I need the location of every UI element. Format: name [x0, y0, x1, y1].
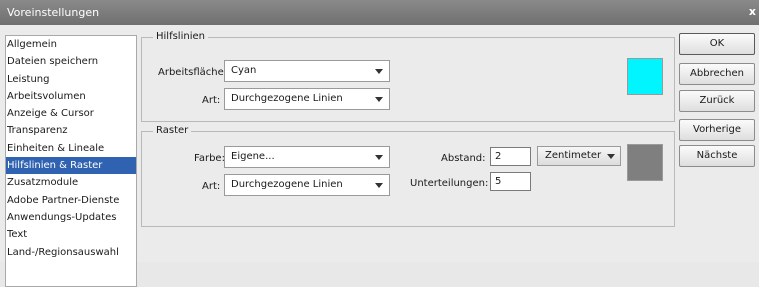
- workspace-label: Arbeitsfläche:: [158, 67, 228, 78]
- grid-spacing-input[interactable]: 2: [490, 147, 531, 166]
- grid-style-select[interactable]: Durchgezogene Linien: [224, 174, 390, 196]
- guides-group: [141, 37, 675, 122]
- sidebar-item[interactable]: Leistung: [6, 71, 136, 88]
- sidebar-item[interactable]: Einheiten & Lineale: [6, 140, 136, 157]
- sidebar-item[interactable]: Text: [6, 226, 136, 243]
- sidebar-item[interactable]: Adobe Partner-Dienste: [6, 192, 136, 209]
- grid-color-select[interactable]: Eigene...: [224, 146, 390, 168]
- window-title: Voreinstellungen: [7, 6, 100, 19]
- next-button[interactable]: Nächste: [679, 145, 755, 167]
- guides-color-swatch[interactable]: [627, 58, 663, 95]
- workspace-color-value: Cyan: [231, 65, 257, 76]
- sidebar-item[interactable]: Anwendungs-Updates: [6, 209, 136, 226]
- chevron-down-icon: [375, 69, 383, 74]
- sidebar-item[interactable]: Transparenz: [6, 122, 136, 139]
- guides-group-title: Hilfslinien: [153, 31, 208, 42]
- chevron-down-icon: [607, 154, 615, 159]
- previous-button[interactable]: Vorherige: [679, 119, 755, 141]
- sidebar-item[interactable]: Anzeige & Cursor: [6, 105, 136, 122]
- grid-subdivisions-label: Unterteilungen:: [410, 178, 489, 189]
- grid-group-title: Raster: [153, 125, 192, 136]
- grid-style-label: Art:: [202, 181, 221, 192]
- grid-style-value: Durchgezogene Linien: [231, 179, 343, 190]
- close-icon[interactable]: x: [749, 5, 756, 18]
- grid-color-swatch[interactable]: [627, 144, 663, 181]
- grid-subdivisions-input[interactable]: 5: [490, 172, 531, 191]
- sidebar-item[interactable]: Zusatzmodule: [6, 174, 136, 191]
- chevron-down-icon: [375, 97, 383, 102]
- sidebar-item[interactable]: Arbeitsvolumen: [6, 88, 136, 105]
- guides-style-label: Art:: [202, 95, 221, 106]
- ok-button[interactable]: OK: [679, 33, 755, 55]
- grid-spacing-label: Abstand:: [441, 153, 486, 164]
- chevron-down-icon: [375, 183, 383, 188]
- guides-style-select[interactable]: Durchgezogene Linien: [224, 88, 390, 110]
- cancel-button[interactable]: Abbrechen: [679, 63, 755, 85]
- sidebar-item[interactable]: Allgemein: [6, 36, 136, 53]
- chevron-down-icon: [375, 155, 383, 160]
- sidebar-item[interactable]: Hilfslinien & Raster: [6, 157, 136, 175]
- dialog-body: Allgemein Dateien speichern Leistung Arbeit…: [0, 25, 759, 287]
- sidebar-item[interactable]: Land-/Regionsauswahl: [6, 244, 136, 261]
- reset-button[interactable]: Zurück: [679, 90, 755, 112]
- category-list[interactable]: Allgemein Dateien speichern Leistung Arbeit…: [5, 35, 137, 287]
- title-bar: Voreinstellungen x: [0, 0, 759, 26]
- guides-style-value: Durchgezogene Linien: [231, 93, 343, 104]
- grid-unit-value: Zentimeter: [545, 150, 602, 161]
- grid-unit-select[interactable]: Zentimeter: [537, 146, 621, 166]
- grid-color-label: Farbe:: [194, 153, 225, 164]
- sidebar-item[interactable]: Dateien speichern: [6, 53, 136, 70]
- grid-color-value: Eigene...: [231, 151, 275, 162]
- workspace-color-select[interactable]: Cyan: [224, 60, 390, 82]
